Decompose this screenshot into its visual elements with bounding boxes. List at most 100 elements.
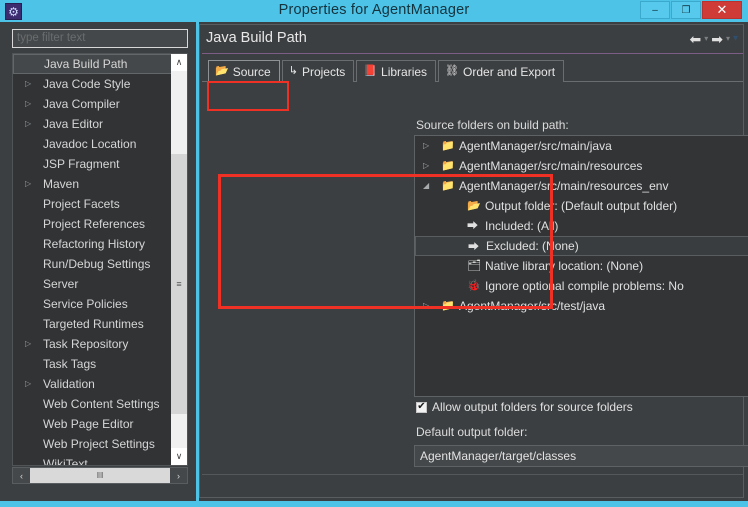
chevron-right-icon[interactable]: ▷	[25, 94, 35, 114]
page-menu-icon[interactable]: ▾	[733, 32, 738, 46]
sidebar-item-label: Task Repository	[43, 337, 129, 351]
settings-tree-list: Java Build Path ▷ Java Code Style ▷ Java Com…	[13, 54, 172, 466]
scroll-up-icon[interactable]: ∧	[171, 54, 187, 71]
sidebar-item-server[interactable]: Server	[13, 274, 172, 294]
sidebar-item-label: Web Page Editor	[43, 417, 134, 431]
sidebar-item-task-repository[interactable]: ▷ Task Repository	[13, 334, 172, 354]
filter-input[interactable]: type filter text	[12, 29, 188, 48]
chevron-right-icon[interactable]: ▷	[423, 136, 433, 156]
sidebar-item-java-editor[interactable]: ▷ Java Editor	[13, 114, 172, 134]
source-tree-row[interactable]: ◢ 📁 AgentManager/src/main/resources_env	[415, 176, 748, 196]
back-arrow-icon[interactable]: ⬅	[689, 32, 701, 46]
sidebar-item-refactoring-history[interactable]: Refactoring History	[13, 234, 172, 254]
settings-navigation-pane: type filter text Java Build Path ▷ Java Co…	[4, 24, 194, 498]
source-tree-row-label: AgentManager/src/main/java	[459, 139, 612, 153]
sidebar-item-jsp-fragment[interactable]: JSP Fragment	[13, 154, 172, 174]
chevron-right-icon[interactable]: ▷	[25, 374, 35, 394]
chevron-down-icon[interactable]: ◢	[423, 176, 433, 196]
chevron-right-icon[interactable]: ▷	[25, 174, 35, 194]
sidebar-item-java-compiler[interactable]: ▷ Java Compiler	[13, 94, 172, 114]
allow-output-folders-checkbox[interactable]: ✔	[416, 401, 427, 413]
sidebar-item-task-tags[interactable]: Task Tags	[13, 354, 172, 374]
sidebar-item-maven[interactable]: ▷ Maven	[13, 174, 172, 194]
sidebar-item-label: JSP Fragment	[43, 157, 120, 171]
chevron-right-icon[interactable]: ▷	[25, 74, 35, 94]
allow-output-folders-row[interactable]: ✔ Allow output folders for source folder…	[416, 400, 633, 414]
bottom-separator	[202, 474, 743, 475]
chevron-right-icon[interactable]: ▷	[25, 114, 35, 134]
source-tree-row[interactable]: 🗂 Native library location: (None)	[415, 256, 748, 276]
sidebar-item-label: Java Compiler	[43, 97, 120, 111]
hscrollbar-thumb[interactable]: ‖‖	[30, 468, 170, 483]
source-tree-row-label: Ignore optional compile problems: No	[485, 279, 684, 293]
tab-projects[interactable]: ↳ Projects	[281, 60, 355, 82]
settings-tree-horizontal-scrollbar[interactable]: ‹ ‖‖ ›	[12, 467, 188, 484]
back-dropdown-icon[interactable]: ▾	[704, 32, 708, 46]
scroll-right-icon[interactable]: ›	[170, 468, 187, 483]
sidebar-item-javadoc-location[interactable]: Javadoc Location	[13, 134, 172, 154]
sidebar-item-wikitext[interactable]: WikiText	[13, 454, 172, 466]
sidebar-item-java-code-style[interactable]: ▷ Java Code Style	[13, 74, 172, 94]
sidebar-item-targeted-runtimes[interactable]: Targeted Runtimes	[13, 314, 172, 334]
java-build-path-page: Java Build Path ⬅ ▾ ➡ ▾ ▾ 📂 Source ↳ Projec…	[199, 24, 748, 498]
source-tree-row[interactable]: ▷ 📁 AgentManager/src/main/resources	[415, 156, 748, 176]
chevron-right-icon[interactable]: ▷	[423, 296, 433, 316]
sidebar-item-label: Validation	[43, 377, 95, 391]
sidebar-item-label: Javadoc Location	[43, 137, 137, 151]
allow-output-folders-label: Allow output folders for source folders	[432, 400, 633, 414]
source-folders-tree[interactable]: ▷ 📁 AgentManager/src/main/java ▷ 📁 AgentManag…	[414, 135, 748, 397]
source-folder-icon: 📂	[215, 65, 229, 77]
sidebar-item-service-policies[interactable]: Service Policies	[13, 294, 172, 314]
source-tree-row-label: Excluded: (None)	[486, 239, 579, 253]
settings-tree[interactable]: Java Build Path ▷ Java Code Style ▷ Java Com…	[12, 53, 188, 466]
forward-dropdown-icon[interactable]: ▾	[726, 32, 730, 46]
default-output-folder-label: Default output folder:	[416, 425, 528, 439]
scroll-left-icon[interactable]: ‹	[13, 468, 30, 483]
source-tree-row-label: AgentManager/src/main/resources_env	[459, 179, 669, 193]
settings-tree-vertical-scrollbar[interactable]: ∧ ≡ ∨	[171, 54, 187, 465]
tab-libraries[interactable]: 📕 Libraries	[356, 60, 437, 82]
source-folders-label: Source folders on build path:	[416, 118, 569, 132]
source-folder-icon: 📁	[441, 300, 455, 312]
source-tree-row-label: AgentManager/src/test/java	[459, 299, 606, 313]
default-output-folder-input[interactable]: AgentManager/target/classes	[414, 445, 748, 467]
sidebar-item-label: WikiText	[43, 457, 88, 466]
source-tree-row[interactable]: ⮕ Included: (All)	[415, 216, 748, 236]
source-tree-row[interactable]: ▷ 📁 AgentManager/src/main/java	[415, 136, 748, 156]
forward-arrow-icon[interactable]: ➡	[711, 32, 723, 46]
scroll-down-icon[interactable]: ∨	[171, 448, 187, 465]
sidebar-item-label: Targeted Runtimes	[43, 317, 144, 331]
sidebar-item-web-content-settings[interactable]: Web Content Settings	[13, 394, 172, 414]
order-export-icon: ⛓	[445, 65, 460, 77]
sidebar-item-label: Service Policies	[43, 297, 128, 311]
source-tree-row-label: AgentManager/src/main/resources	[459, 159, 643, 173]
sidebar-item-validation[interactable]: ▷ Validation	[13, 374, 172, 394]
source-tree-row[interactable]: ▷ 📁 AgentManager/src/test/java	[415, 296, 748, 316]
source-tree-row[interactable]: 📂 Output folder: (Default output folder)	[415, 196, 748, 216]
sidebar-item-web-page-editor[interactable]: Web Page Editor	[13, 414, 172, 434]
sidebar-item-label: Task Tags	[43, 357, 97, 371]
sidebar-item-project-facets[interactable]: Project Facets	[13, 194, 172, 214]
maximize-button[interactable]: ❐	[671, 1, 701, 19]
source-folder-icon: 📁	[441, 140, 455, 152]
sidebar-item-project-references[interactable]: Project References	[13, 214, 172, 234]
source-tree-row[interactable]: ⮕ Excluded: (None)	[415, 236, 748, 256]
chevron-right-icon[interactable]: ▷	[25, 334, 35, 354]
compile-problems-icon: 🐞	[467, 280, 481, 292]
sidebar-item-run-debug-settings[interactable]: Run/Debug Settings	[13, 254, 172, 274]
page-title: Java Build Path	[206, 30, 307, 46]
source-tree-row-label: Included: (All)	[485, 219, 559, 233]
sidebar-item-label: Web Project Settings	[43, 437, 155, 451]
sidebar-item-web-project-settings[interactable]: Web Project Settings	[13, 434, 172, 454]
sidebar-item-java-build-path[interactable]: Java Build Path	[13, 54, 172, 74]
tab-source[interactable]: 📂 Source	[208, 60, 280, 82]
sidebar-item-label: Web Content Settings	[43, 397, 160, 411]
exclude-icon: ⮕	[468, 241, 479, 253]
scrollbar-thumb[interactable]: ≡	[171, 154, 187, 414]
close-button[interactable]: ✕	[702, 1, 742, 19]
tab-order-and-export[interactable]: ⛓ Order and Export	[438, 60, 565, 82]
chevron-right-icon[interactable]: ▷	[423, 156, 433, 176]
properties-dialog-window: ⚙ Properties for AgentManager – ❐ ✕ type…	[0, 0, 748, 501]
source-tree-row[interactable]: 🐞 Ignore optional compile problems: No	[415, 276, 748, 296]
minimize-button[interactable]: –	[640, 1, 670, 19]
